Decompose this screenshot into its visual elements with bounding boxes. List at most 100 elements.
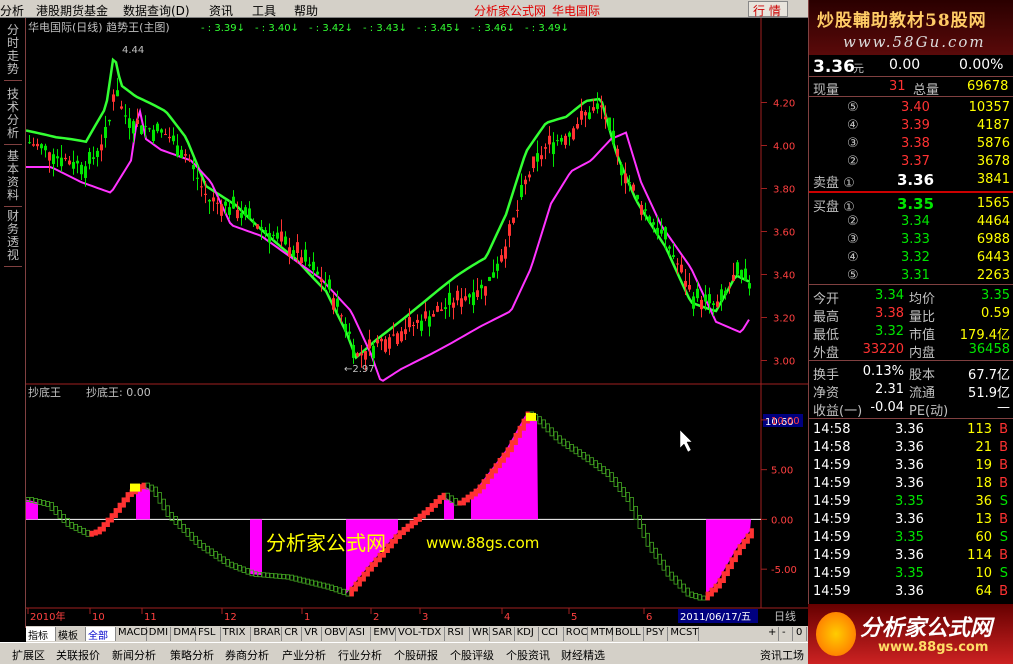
tab-intraday[interactable]: 分时走势 (4, 24, 22, 81)
zoom-button[interactable]: 0 (794, 627, 807, 641)
candle-body (144, 125, 147, 127)
candle-body (412, 325, 415, 327)
indicator-tab-emv[interactable]: EMV (371, 627, 396, 641)
bid-row: ⑤ 3.31 2263 (847, 268, 1010, 283)
sub-bar (289, 574, 294, 581)
sub-y-tick-label: 10.00 (771, 416, 800, 427)
bottom-tab-9[interactable]: 个股资讯 (506, 647, 550, 663)
zoom-button[interactable]: - (780, 627, 793, 641)
candle-body (604, 116, 607, 120)
indicator-tab-模板[interactable]: 模板 (56, 627, 86, 642)
x-axis: 2010年 10 11 12 1 2 3 4 5 6 (27, 608, 652, 623)
stat-row: 外盘 33220 内盘 36458 (813, 342, 1010, 361)
indicator-tab-dma[interactable]: DMA (171, 627, 197, 641)
menu-item-info[interactable]: 资讯 (209, 2, 233, 19)
indicator-tab-kdj[interactable]: KDJ (515, 627, 540, 641)
bid-row: 买盘 ① 3.35 1565 (813, 195, 1010, 215)
tick-row[interactable]: 14:58 3.36 113 B (809, 421, 1013, 439)
indicator-tab-asi[interactable]: ASI (347, 627, 372, 641)
tick-row[interactable]: 14:59 3.35 60 S (809, 529, 1013, 547)
candle-body (612, 130, 615, 144)
indicator-tab-rsi[interactable]: RSI (445, 627, 470, 641)
indicator-tab-boll[interactable]: BOLL (613, 627, 644, 641)
bottom-tab-6[interactable]: 行业分析 (338, 647, 382, 663)
tick-row[interactable]: 14:59 3.35 36 S (809, 493, 1013, 511)
period-label[interactable]: 日线 (774, 609, 796, 623)
tick-row[interactable]: 14:59 3.36 13 B (809, 511, 1013, 529)
quote-button[interactable]: 行 情 (748, 1, 788, 18)
ask-row: ③ 3.38 5876 (847, 136, 1010, 151)
tab-fundamentals[interactable]: 基本资料 (4, 150, 22, 207)
tick-row[interactable]: 14:59 3.36 64 B (809, 583, 1013, 601)
chart-area[interactable]: 华电国际(日线) 趋势王(主图) - : 3.39↓ - : 3.40↓ - : 3… (25, 18, 808, 628)
candle-body (460, 298, 463, 307)
bottom-tab-8[interactable]: 个股评级 (450, 647, 494, 663)
sub-bar (457, 500, 462, 506)
candle-body (744, 268, 747, 281)
indicator-tab-dmi[interactable]: DMI (147, 627, 172, 641)
candle-body (692, 296, 695, 309)
indicator-tab-macd[interactable]: MACD (116, 627, 148, 641)
candle-body (168, 136, 171, 139)
candle-body (212, 197, 215, 202)
candle-body (320, 278, 323, 282)
indicator-tab-trix[interactable]: TRIX (221, 627, 252, 641)
bottom-tab-11[interactable]: 资讯工场 (760, 647, 804, 663)
indicator-tab-wr[interactable]: WR (470, 627, 490, 641)
bottom-tab-10[interactable]: 财经精选 (561, 647, 605, 663)
bottom-tab-0[interactable]: 扩展区 (12, 647, 45, 663)
indicator-tab-cr[interactable]: CR (282, 627, 303, 641)
sub-bar (161, 498, 166, 511)
menu-item-tools[interactable]: 工具 (252, 2, 276, 19)
sub-bar (481, 479, 486, 490)
indicator-tab-fsl[interactable]: FSL (196, 627, 221, 641)
indicator-tab-roc[interactable]: ROC (564, 627, 589, 641)
sub-bar (521, 418, 526, 431)
tick-row[interactable]: 14:59 3.36 19 B (809, 457, 1013, 475)
bottom-tab-4[interactable]: 券商分析 (225, 647, 269, 663)
tick-row[interactable]: 14:59 3.36 18 B (809, 475, 1013, 493)
indicator-tab-cci[interactable]: CCI (539, 627, 564, 641)
menu-item-analysis[interactable]: 分析 (0, 2, 24, 19)
menu-item-data-query[interactable]: 数据查询(D) (123, 2, 190, 19)
y-tick-label: 3.60 (773, 228, 795, 239)
kline-chart[interactable]: 华电国际(日线) 趋势王(主图) - : 3.39↓ - : 3.40↓ - : 3… (25, 18, 808, 628)
tab-financials[interactable]: 财务透视 (4, 210, 22, 267)
indicator-tab-mtm[interactable]: MTM (588, 627, 614, 641)
candle-body (624, 173, 627, 184)
candle-body (356, 353, 359, 357)
candle-body (680, 264, 683, 273)
tick-row[interactable]: 14:59 3.36 114 B (809, 547, 1013, 565)
candle-body (108, 119, 111, 122)
indicator-tab-brar[interactable]: BRAR (251, 627, 283, 641)
bottom-tab-1[interactable]: 关联报价 (56, 647, 100, 663)
bottom-tab-7[interactable]: 个股研报 (394, 647, 438, 663)
indicator-tab-obv[interactable]: OBV (322, 627, 347, 641)
tick-row[interactable]: 14:58 3.36 21 B (809, 439, 1013, 457)
indicator-tab-全部[interactable]: 全部 (86, 627, 116, 642)
bottom-tab-2[interactable]: 新闻分析 (112, 647, 156, 663)
candle-body (104, 126, 107, 138)
bottom-tab-5[interactable]: 产业分析 (282, 647, 326, 663)
indicator-tab-指标[interactable]: 指标 (26, 627, 56, 642)
sub-bar (73, 523, 78, 531)
sub-bar (365, 566, 370, 577)
candle-body (728, 287, 731, 289)
indicator-tab-mcst[interactable]: MCST (668, 627, 700, 641)
zoom-button[interactable]: + (766, 627, 779, 641)
candle-body (72, 161, 75, 169)
candle-body (204, 193, 207, 195)
candle-body (540, 155, 543, 160)
candle-body (32, 144, 35, 146)
indicator-tab-sar[interactable]: SAR (490, 627, 515, 641)
candle-body (552, 142, 555, 155)
indicator-tab-vr[interactable]: VR (302, 627, 323, 641)
bottom-tab-3[interactable]: 策略分析 (170, 647, 214, 663)
sub-bar (393, 534, 398, 544)
indicator-tab-psy[interactable]: PSY (644, 627, 669, 641)
indicator-tab-vol-tdx[interactable]: VOL-TDX (396, 627, 446, 641)
tab-technical[interactable]: 技术分析 (4, 88, 22, 145)
menu-item-hk-futures[interactable]: 港股期货基金 (36, 2, 108, 19)
menu-item-help[interactable]: 帮助 (294, 2, 318, 19)
tick-row[interactable]: 14:59 3.35 10 S (809, 565, 1013, 583)
